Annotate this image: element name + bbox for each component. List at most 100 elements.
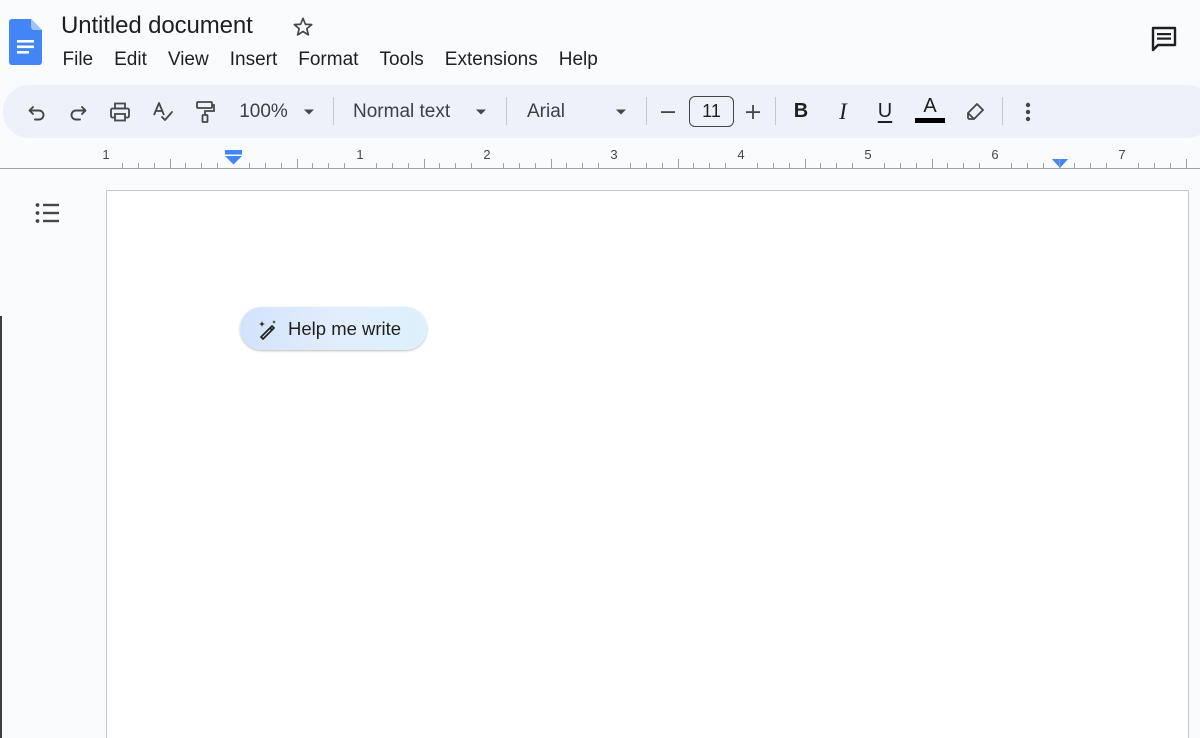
ruler-tick — [916, 163, 917, 168]
ruler-tick — [773, 163, 774, 168]
menu-edit[interactable]: Edit — [104, 46, 158, 74]
font-dropdown-icon[interactable] — [613, 85, 629, 138]
paint-format-icon[interactable] — [192, 85, 218, 138]
star-icon[interactable] — [292, 16, 314, 38]
app-header: Untitled document File Edit View Insert … — [0, 0, 1200, 84]
zoom-dropdown-icon[interactable] — [301, 85, 317, 138]
ruler-label: 5 — [864, 147, 872, 162]
ruler-tick — [170, 159, 171, 168]
ruler-tick — [1154, 163, 1155, 168]
ruler-tick — [820, 163, 821, 168]
highlighter-icon[interactable] — [963, 85, 987, 138]
toolbar: 100% Normal text Arial 11 B I U A — [3, 85, 1200, 138]
ruler-tick — [932, 159, 933, 168]
menu-extensions[interactable]: Extensions — [434, 46, 548, 74]
menu-insert[interactable]: Insert — [219, 46, 288, 74]
document-page[interactable] — [106, 190, 1189, 738]
ruler-tick — [344, 163, 345, 168]
ruler-tick — [598, 163, 599, 168]
ruler-tick — [424, 159, 425, 168]
ruler-tick — [693, 163, 694, 168]
ruler-tick — [662, 163, 663, 168]
ruler-tick — [535, 163, 536, 168]
ruler-label: 1 — [102, 147, 110, 162]
ruler-tick — [122, 163, 123, 168]
text-color-button[interactable]: A — [913, 85, 947, 138]
help-me-write-label: Help me write — [288, 318, 402, 339]
ruler-tick — [551, 159, 552, 168]
menu-file[interactable]: File — [52, 46, 104, 74]
ruler-tick — [328, 163, 329, 168]
font-size-input[interactable]: 11 — [689, 96, 734, 127]
underline-button[interactable]: U — [874, 85, 896, 138]
ruler-baseline — [0, 168, 1200, 169]
window-edge — [0, 316, 2, 738]
ruler-tick — [185, 163, 186, 168]
ruler-tick — [1170, 163, 1171, 168]
style-dropdown-icon[interactable] — [473, 85, 489, 138]
font-family-value[interactable]: Arial — [527, 85, 587, 138]
ruler-tick — [281, 163, 282, 168]
ruler-tick — [1106, 163, 1107, 168]
italic-button[interactable]: I — [832, 85, 854, 138]
docs-logo-icon[interactable] — [9, 19, 42, 65]
ruler-tick — [408, 163, 409, 168]
ruler-tick — [217, 163, 218, 168]
plus-icon[interactable] — [743, 85, 763, 138]
ruler-tick — [836, 163, 837, 168]
ruler-tick — [963, 163, 964, 168]
ruler-tick — [503, 163, 504, 168]
horizontal-ruler[interactable]: 1 1 2 3 4 5 6 7 — [0, 143, 1200, 171]
print-icon[interactable] — [107, 85, 133, 138]
document-outline-icon[interactable] — [34, 200, 60, 226]
ruler-tick — [1186, 159, 1187, 168]
toolbar-separator — [1002, 97, 1003, 125]
ruler-tick — [471, 163, 472, 168]
ruler-tick — [265, 163, 266, 168]
document-title[interactable]: Untitled document — [61, 10, 253, 42]
menu-help[interactable]: Help — [548, 46, 608, 74]
toolbar-separator — [646, 97, 647, 125]
ruler-tick — [852, 163, 853, 168]
ruler-tick — [725, 163, 726, 168]
ruler-tick — [582, 163, 583, 168]
ruler-tick — [630, 163, 631, 168]
text-color-label: A — [923, 95, 937, 117]
ruler-label: 7 — [1118, 147, 1126, 162]
ruler-tick — [249, 163, 250, 168]
comment-history-icon[interactable] — [1150, 25, 1178, 53]
ruler-tick — [1138, 163, 1139, 168]
ruler-label: 2 — [483, 147, 491, 162]
ruler-tick — [439, 163, 440, 168]
ruler-tick — [900, 163, 901, 168]
menu-view[interactable]: View — [157, 46, 219, 74]
ruler-label: 1 — [356, 147, 364, 162]
ruler-tick — [805, 159, 806, 168]
ruler-tick — [789, 163, 790, 168]
menu-format[interactable]: Format — [288, 46, 369, 74]
ruler-label: 4 — [737, 147, 745, 162]
minus-icon[interactable] — [659, 85, 677, 138]
ruler-tick — [709, 163, 710, 168]
redo-icon[interactable] — [66, 85, 90, 138]
spellcheck-icon[interactable] — [150, 85, 176, 138]
toolbar-separator — [506, 97, 507, 125]
more-vert-icon[interactable] — [1019, 85, 1037, 138]
ruler-tick — [678, 159, 679, 168]
bold-button[interactable]: B — [790, 85, 812, 138]
zoom-value[interactable]: 100% — [236, 85, 291, 138]
ruler-tick — [979, 163, 980, 168]
ruler-tick — [566, 163, 567, 168]
ruler-tick — [297, 159, 298, 168]
ruler-tick — [376, 163, 377, 168]
paragraph-style-value[interactable]: Normal text — [353, 85, 457, 138]
ruler-tick — [392, 163, 393, 168]
ruler-label: 3 — [610, 147, 618, 162]
ruler-tick — [519, 163, 520, 168]
ruler-tick — [154, 163, 155, 168]
text-color-swatch — [915, 118, 945, 123]
undo-icon[interactable] — [25, 85, 49, 138]
help-me-write-button[interactable]: Help me write — [240, 307, 427, 350]
left-indent-marker-icon[interactable] — [225, 150, 242, 170]
menu-tools[interactable]: Tools — [369, 46, 434, 74]
